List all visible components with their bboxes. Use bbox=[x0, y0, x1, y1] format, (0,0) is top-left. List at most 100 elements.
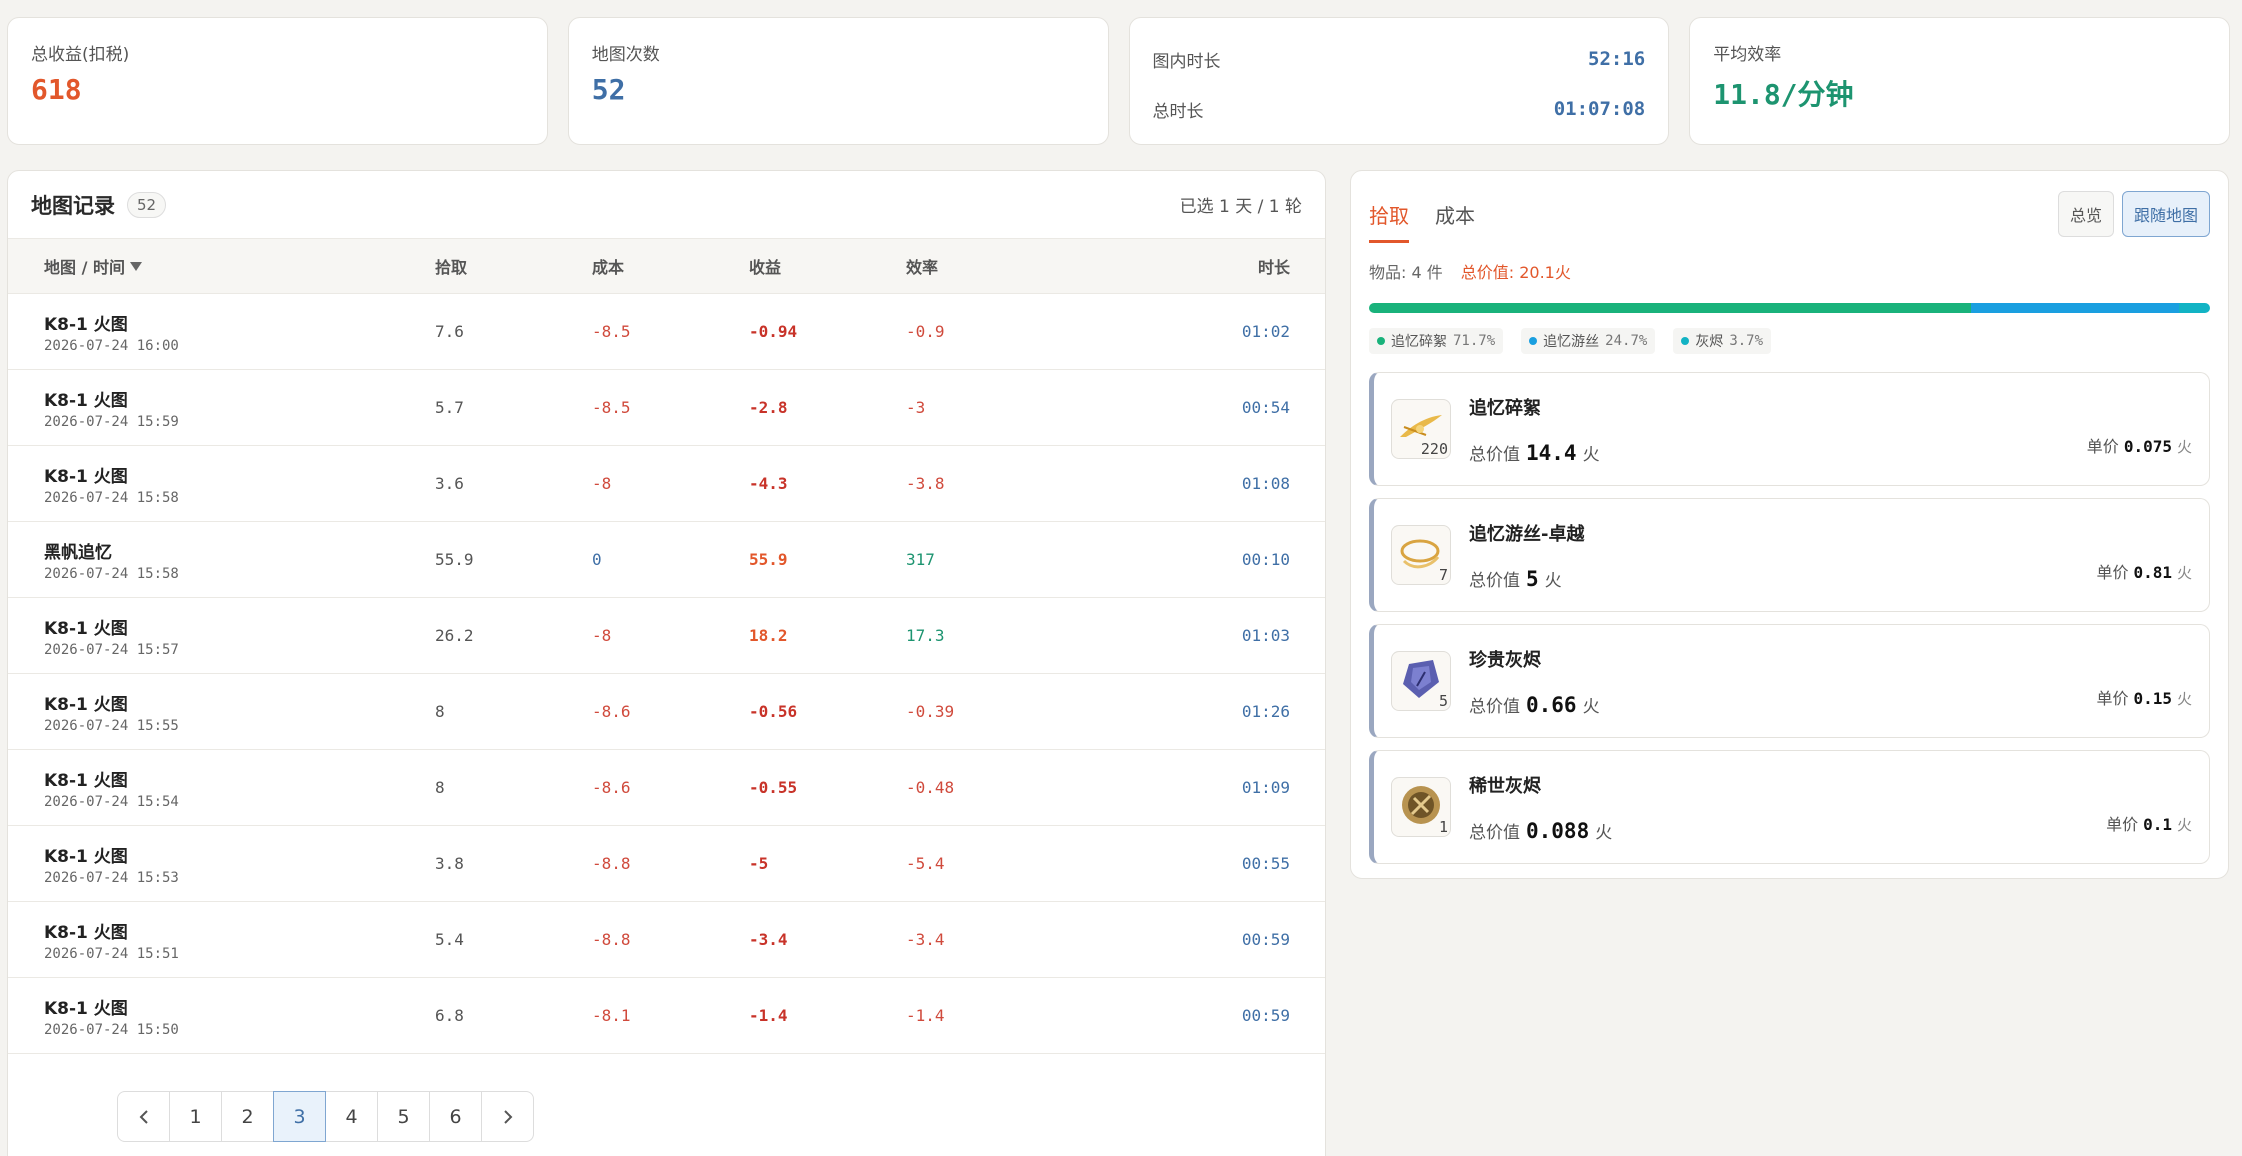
tab-cost[interactable]: 成本 bbox=[1435, 200, 1475, 243]
page-4-button[interactable]: 4 bbox=[325, 1091, 378, 1142]
table-row[interactable]: K8-1 火图 2026-07-24 15:51 5.4 -8.8 -3.4 -3.4 00… bbox=[8, 902, 1325, 978]
cell-pick: 3.6 bbox=[435, 474, 464, 493]
stat-avg-efficiency: 平均效率 11.8/分钟 bbox=[1689, 17, 2230, 145]
cell-map-time: K8-1 火图 2026-07-24 16:00 bbox=[8, 310, 435, 354]
cell-pick: 55.9 bbox=[435, 550, 474, 569]
cell-pick: 8 bbox=[435, 702, 445, 721]
emblem-icon bbox=[1398, 782, 1444, 832]
unit-price-value: 0.15 bbox=[2133, 689, 2172, 708]
table-row[interactable]: K8-1 火图 2026-07-24 15:57 26.2 -8 18.2 17.3 01:… bbox=[8, 598, 1325, 674]
stat-value: 01:07:08 bbox=[1553, 98, 1646, 120]
tab-pick[interactable]: 拾取 bbox=[1369, 200, 1409, 243]
legend-name: 追忆碎絮 bbox=[1391, 334, 1447, 350]
map-date: 2026-07-24 16:00 bbox=[44, 337, 179, 354]
stat-total-income: 总收益(扣税) 618 bbox=[7, 17, 548, 145]
page-5-button[interactable]: 5 bbox=[377, 1091, 430, 1142]
legend-item: 灰烬 3.7% bbox=[1673, 328, 1772, 354]
map-name: K8-1 火图 bbox=[44, 390, 128, 411]
cell-pick: 5.7 bbox=[435, 398, 464, 417]
item-card[interactable]: 1 稀世灰烬 总价值 0.088 火单价 0.1 火 bbox=[1369, 750, 2210, 864]
legend-name: 灰烬 bbox=[1695, 334, 1724, 350]
sort-down-icon[interactable] bbox=[129, 260, 143, 272]
table-row[interactable]: K8-1 火图 2026-07-24 15:50 6.8 -8.1 -1.4 -1.4 00… bbox=[8, 978, 1325, 1054]
prev-page-button[interactable] bbox=[117, 1091, 170, 1142]
item-quantity: 7 bbox=[1438, 566, 1448, 584]
records-table-body: K8-1 火图 2026-07-24 16:00 7.6 -8.5 -0.94 -0.9 0… bbox=[8, 294, 1325, 1054]
column-map-time[interactable]: 地图 / 时间 bbox=[8, 254, 435, 278]
page-3-button[interactable]: 3 bbox=[273, 1091, 326, 1142]
cell-pick: 3.8 bbox=[435, 854, 464, 873]
cell-efficiency: -0.39 bbox=[906, 702, 955, 721]
cell-cost: -8.5 bbox=[592, 398, 631, 417]
item-total-currency: 火 bbox=[1582, 696, 1600, 717]
table-row[interactable]: K8-1 火图 2026-07-24 15:55 8 -8.6 -0.56 -0.39 01… bbox=[8, 674, 1325, 750]
cell-profit: -1.4 bbox=[749, 1006, 788, 1025]
composition-segment bbox=[2178, 303, 2210, 313]
cell-duration: 00:59 bbox=[1241, 1006, 1290, 1025]
item-total: 总价值 14.4 火 bbox=[1469, 440, 2192, 465]
column-duration: 时长 bbox=[1257, 258, 1290, 277]
map-date: 2026-07-24 15:57 bbox=[44, 641, 179, 658]
cell-profit: 18.2 bbox=[749, 626, 788, 645]
map-name: K8-1 火图 bbox=[44, 770, 128, 791]
legend-percent: 71.7% bbox=[1453, 333, 1496, 349]
item-card[interactable]: 220 追忆碎絮 总价值 14.4 火单价 0.075 火 bbox=[1369, 372, 2210, 486]
legend-dot-icon bbox=[1529, 337, 1538, 345]
table-row[interactable]: K8-1 火图 2026-07-24 16:00 7.6 -8.5 -0.94 -0.9 0… bbox=[8, 294, 1325, 370]
cell-profit: -2.8 bbox=[749, 398, 788, 417]
item-card[interactable]: 7 追忆游丝-卓越 总价值 5 火单价 0.81 火 bbox=[1369, 498, 2210, 612]
table-row[interactable]: 黑帆追忆 2026-07-24 15:58 55.9 0 55.9 317 00:10 bbox=[8, 522, 1325, 598]
follow-map-button[interactable]: 跟随地图 bbox=[2121, 191, 2210, 237]
cell-duration: 00:59 bbox=[1241, 930, 1290, 949]
item-total: 总价值 0.66 火 bbox=[1469, 692, 2192, 717]
unit-price-value: 0.81 bbox=[2133, 563, 2172, 582]
items-total-value: 总价值: 20.1火 bbox=[1460, 263, 1571, 282]
items-summary: 物品: 4 件 总价值: 20.1火 bbox=[1369, 259, 2210, 283]
chevron-left-icon bbox=[139, 1109, 148, 1124]
item-quantity: 220 bbox=[1420, 440, 1448, 458]
table-row[interactable]: K8-1 火图 2026-07-24 15:54 8 -8.6 -0.55 -0.48 01… bbox=[8, 750, 1325, 826]
composition-legend: 追忆碎絮 71.7% 追忆游丝 24.7% 灰烬 3.7% bbox=[1369, 328, 2210, 354]
item-icon-box: 1 bbox=[1391, 777, 1451, 837]
item-card[interactable]: 5 珍贵灰烬 总价值 0.66 火单价 0.15 火 bbox=[1369, 624, 2210, 738]
table-row[interactable]: K8-1 火图 2026-07-24 15:53 3.8 -8.8 -5 -5.4 00:5… bbox=[8, 826, 1325, 902]
map-date: 2026-07-24 15:55 bbox=[44, 717, 179, 734]
legend-item: 追忆游丝 24.7% bbox=[1521, 328, 1656, 354]
cell-map-time: K8-1 火图 2026-07-24 15:50 bbox=[8, 994, 435, 1038]
item-name: 追忆游丝-卓越 bbox=[1469, 523, 1585, 545]
next-page-button[interactable] bbox=[481, 1091, 534, 1142]
cell-efficiency: -3.8 bbox=[906, 474, 945, 493]
item-body: 稀世灰烬 总价值 0.088 火 bbox=[1469, 772, 2192, 843]
cell-efficiency: -0.48 bbox=[906, 778, 955, 797]
item-name: 稀世灰烬 bbox=[1469, 775, 1541, 797]
cell-cost: -8.6 bbox=[592, 778, 631, 797]
selection-summary: 已选 1 天 / 1 轮 bbox=[1179, 197, 1302, 217]
overview-button[interactable]: 总览 bbox=[2057, 191, 2114, 237]
page-6-button[interactable]: 6 bbox=[429, 1091, 482, 1142]
cell-map-time: K8-1 火图 2026-07-24 15:54 bbox=[8, 766, 435, 810]
table-header: 地图 / 时间 拾取 成本 收益 效率 时长 bbox=[8, 238, 1325, 294]
unit-price-currency: 火 bbox=[2176, 816, 2192, 834]
unit-price-value: 0.075 bbox=[2123, 437, 2172, 456]
item-icon-box: 5 bbox=[1391, 651, 1451, 711]
page-2-button[interactable]: 2 bbox=[221, 1091, 274, 1142]
records-count-badge: 52 bbox=[127, 191, 167, 218]
cell-cost: -8.5 bbox=[592, 322, 631, 341]
item-total-label: 总价值 bbox=[1469, 444, 1520, 465]
item-quantity: 1 bbox=[1438, 818, 1448, 836]
item-name: 追忆碎絮 bbox=[1469, 397, 1541, 419]
page-1-button[interactable]: 1 bbox=[169, 1091, 222, 1142]
cell-cost: -8 bbox=[592, 474, 612, 493]
cell-efficiency: 317 bbox=[906, 550, 935, 569]
cell-efficiency: -3 bbox=[906, 398, 926, 417]
cell-cost: -8.8 bbox=[592, 854, 631, 873]
item-quantity: 5 bbox=[1438, 692, 1448, 710]
table-row[interactable]: K8-1 火图 2026-07-24 15:59 5.7 -8.5 -2.8 -3 00:5… bbox=[8, 370, 1325, 446]
item-unit-price: 单价 0.1 火 bbox=[2106, 811, 2192, 835]
cell-map-time: K8-1 火图 2026-07-24 15:51 bbox=[8, 918, 435, 962]
legend-percent: 24.7% bbox=[1605, 333, 1648, 349]
cell-profit: -0.55 bbox=[749, 778, 798, 797]
table-row[interactable]: K8-1 火图 2026-07-24 15:58 3.6 -8 -4.3 -3.8 01:0… bbox=[8, 446, 1325, 522]
cell-profit: -0.56 bbox=[749, 702, 798, 721]
unit-price-currency: 火 bbox=[2176, 564, 2192, 582]
